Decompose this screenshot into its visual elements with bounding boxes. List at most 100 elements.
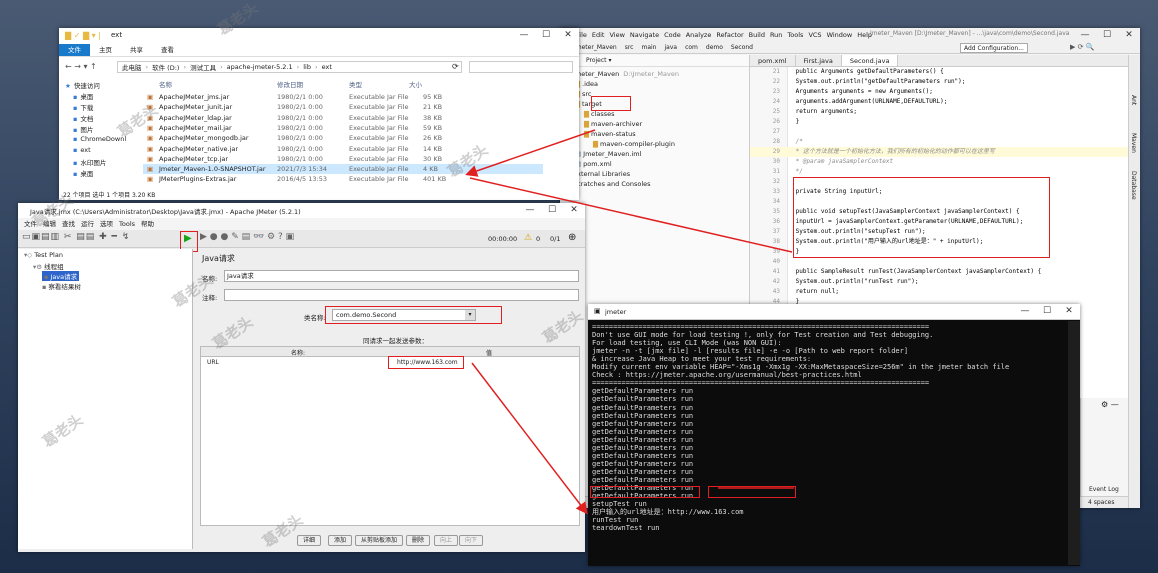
- breadcrumb-item[interactable]: apache-jmeter-5.2.1: [227, 63, 293, 71]
- ide-crumb[interactable]: java: [664, 44, 677, 51]
- ide-crumb[interactable]: src: [625, 44, 634, 51]
- side-tool-tab[interactable]: Database: [1130, 171, 1137, 200]
- test-tree-item[interactable]: ▪ 察看结果树: [42, 281, 81, 291]
- nav-item[interactable]: ▪ ext: [73, 146, 91, 154]
- highlight-target: [591, 96, 631, 111]
- project-tree-item[interactable]: ▤Jmeter_Maven.iml: [575, 149, 641, 159]
- ide-crumb[interactable]: main: [641, 44, 656, 51]
- ide-menu-item[interactable]: Analyze: [686, 31, 712, 39]
- event-log-button[interactable]: Event Log: [1089, 486, 1119, 493]
- ide-menu-item[interactable]: Navigate: [630, 31, 659, 39]
- warning-count: 0: [536, 235, 541, 243]
- ide-crumb[interactable]: demo: [706, 44, 723, 51]
- nav-item[interactable]: ▪ 图片: [73, 124, 93, 134]
- editor-tab[interactable]: First.java: [796, 55, 842, 66]
- column-header[interactable]: 修改日期: [277, 80, 303, 90]
- console-window-controls[interactable]: — ☐ ✕: [1014, 304, 1080, 318]
- ide-crumb[interactable]: Jmeter_Maven: [574, 44, 617, 51]
- param-name[interactable]: URL: [207, 358, 219, 368]
- ide-menu-item[interactable]: Build: [749, 31, 765, 39]
- jmeter-menu-item[interactable]: 运行: [81, 218, 94, 230]
- file-row[interactable]: ▣ ApacheJMeter_jms.jar 1980/2/1 0:00 Execut…: [143, 92, 543, 102]
- side-tool-tab[interactable]: Maven: [1130, 133, 1137, 153]
- nav-item[interactable]: ▪ 桌面: [73, 91, 93, 101]
- ide-window-controls[interactable]: — ☐ ✕: [1074, 28, 1140, 42]
- nav-item[interactable]: ▪ 文档: [73, 113, 93, 123]
- breadcrumb-item[interactable]: 测试工具: [190, 62, 216, 72]
- toolbar-icons[interactable]: ▭▣▤▥ ✂ ▤▤ ✚ ━ ↯: [22, 232, 130, 242]
- console-scrollbar[interactable]: [1068, 321, 1080, 565]
- ide-menu-item[interactable]: Window: [827, 31, 853, 39]
- nav-arrows-icon[interactable]: ← → ▾ ↑: [65, 62, 97, 71]
- project-tree-item[interactable]: ▇ maven-compiler-plugin: [593, 139, 675, 149]
- panel-button[interactable]: 向上: [434, 535, 458, 546]
- warning-icon[interactable]: ⚠: [524, 233, 532, 243]
- editor-tab[interactable]: Second.java: [841, 55, 899, 66]
- remote-icon[interactable]: ⊕: [568, 232, 576, 243]
- side-tool-tab[interactable]: Ant: [1130, 95, 1137, 105]
- file-row[interactable]: ▣ ApacheJMeter_mail.jar 1980/2/1 0:00 Execu…: [143, 123, 543, 133]
- breadcrumb-item[interactable]: lib: [303, 63, 311, 71]
- test-tree-item[interactable]: ▾⚙ 线程组: [33, 261, 64, 271]
- editor-tab[interactable]: pom.xml: [750, 55, 796, 66]
- ide-menu-item[interactable]: Tools: [787, 31, 803, 39]
- column-header[interactable]: 类型: [349, 80, 362, 90]
- file-row[interactable]: ▣ ApacheJMeter_ldap.jar 1980/2/1 0:00 Execu…: [143, 113, 543, 123]
- test-tree-item[interactable]: ▾◇ Test Plan: [24, 251, 63, 259]
- add-configuration-button[interactable]: Add Configuration...: [960, 43, 1028, 53]
- file-row[interactable]: ▣ JMeterPlugins-Extras.jar 2016/4/5 13:53 E…: [143, 174, 543, 184]
- panel-button[interactable]: 详细: [297, 535, 321, 546]
- jmeter-menu-item[interactable]: 选项: [100, 218, 113, 230]
- jmeter-menu-item[interactable]: 帮助: [141, 218, 154, 230]
- ribbon-tab[interactable]: 主页: [90, 44, 121, 56]
- panel-button[interactable]: 添加: [328, 535, 352, 546]
- jmeter-window-controls[interactable]: — ☐ ✕: [519, 203, 585, 217]
- panel-button[interactable]: 从剪贴板添加: [355, 535, 403, 546]
- breadcrumb[interactable]: 此电脑 › 软件 (D:) › 测试工具 › apache-jmeter-5.2.1 › lib…: [117, 61, 462, 73]
- project-tree-item[interactable]: ▤pom.xml: [575, 159, 612, 169]
- name-input[interactable]: Java请求: [224, 270, 579, 282]
- nav-item[interactable]: ▪ ChromeDownl: [73, 135, 126, 143]
- file-row[interactable]: ▣ Jmeter_Maven-1.0-SNAPSHOT.jar 2021/7/3 1…: [143, 164, 543, 175]
- jmeter-menu-item[interactable]: 查找: [62, 218, 75, 230]
- ide-toolbar-icons[interactable]: ▶ ⟳ 🔍: [1070, 43, 1094, 51]
- column-header[interactable]: 大小: [409, 80, 422, 90]
- search-input[interactable]: [469, 61, 573, 73]
- column-header[interactable]: 名称: [159, 80, 172, 90]
- project-tree-item[interactable]: ▇ maven-status: [584, 129, 636, 139]
- comment-input[interactable]: [224, 289, 579, 301]
- ribbon-tab[interactable]: 文件: [59, 44, 90, 56]
- project-label[interactable]: Project: [586, 57, 607, 64]
- test-tree-item[interactable]: ▪ Java请求: [42, 271, 80, 281]
- nav-item[interactable]: ▪ 下载: [73, 102, 93, 112]
- ide-menu-item[interactable]: Code: [664, 31, 681, 39]
- settings-gear-icon[interactable]: ⚙ —: [1101, 400, 1119, 409]
- breadcrumb-item[interactable]: 此电脑: [122, 62, 142, 72]
- toolbar-run-icons[interactable]: ▶ ● ● ✎ ▤ 👓 ⚙ ? ▣: [200, 232, 294, 242]
- refresh-icon[interactable]: ⟳: [452, 62, 459, 71]
- panel-button[interactable]: 向下: [459, 535, 483, 546]
- breadcrumb-item[interactable]: ext: [322, 63, 332, 71]
- ide-menu-item[interactable]: Edit: [592, 31, 605, 39]
- file-date: 2016/4/5 13:53: [277, 175, 327, 184]
- explorer-window-controls[interactable]: — ☐ ✕: [513, 28, 579, 42]
- ide-crumb[interactable]: Second: [731, 44, 753, 51]
- indent-status[interactable]: 4 spaces: [1088, 499, 1114, 506]
- ide-crumb[interactable]: com: [685, 44, 698, 51]
- nav-item[interactable]: ▪ 桌面: [73, 168, 93, 178]
- ribbon-tab[interactable]: 查看: [152, 44, 183, 56]
- ide-menu-item[interactable]: VCS: [808, 31, 821, 39]
- nav-item[interactable]: ★ 快速访问: [65, 80, 100, 90]
- ide-menu-item[interactable]: View: [609, 31, 624, 39]
- ribbon-tab[interactable]: 共享: [121, 44, 152, 56]
- panel-button[interactable]: 删除: [406, 535, 430, 546]
- file-row[interactable]: ▣ ApacheJMeter_mongodb.jar 1980/2/1 0:00 Ex…: [143, 133, 543, 143]
- ide-menu-item[interactable]: Refactor: [716, 31, 743, 39]
- ide-menu-item[interactable]: Run: [770, 31, 782, 39]
- file-row[interactable]: ▣ ApacheJMeter_junit.jar 1980/2/1 0:00 Exec…: [143, 102, 543, 112]
- jmeter-menu-item[interactable]: Tools: [119, 218, 135, 230]
- breadcrumb-item[interactable]: 软件 (D:): [152, 62, 179, 72]
- project-tree-item[interactable]: ▇Jmeter_MavenD:\Jmeter_Maven: [566, 69, 679, 79]
- nav-item[interactable]: ▪ 水印图片: [73, 157, 106, 167]
- project-tree-item[interactable]: ▇ maven-archiver: [584, 119, 642, 129]
